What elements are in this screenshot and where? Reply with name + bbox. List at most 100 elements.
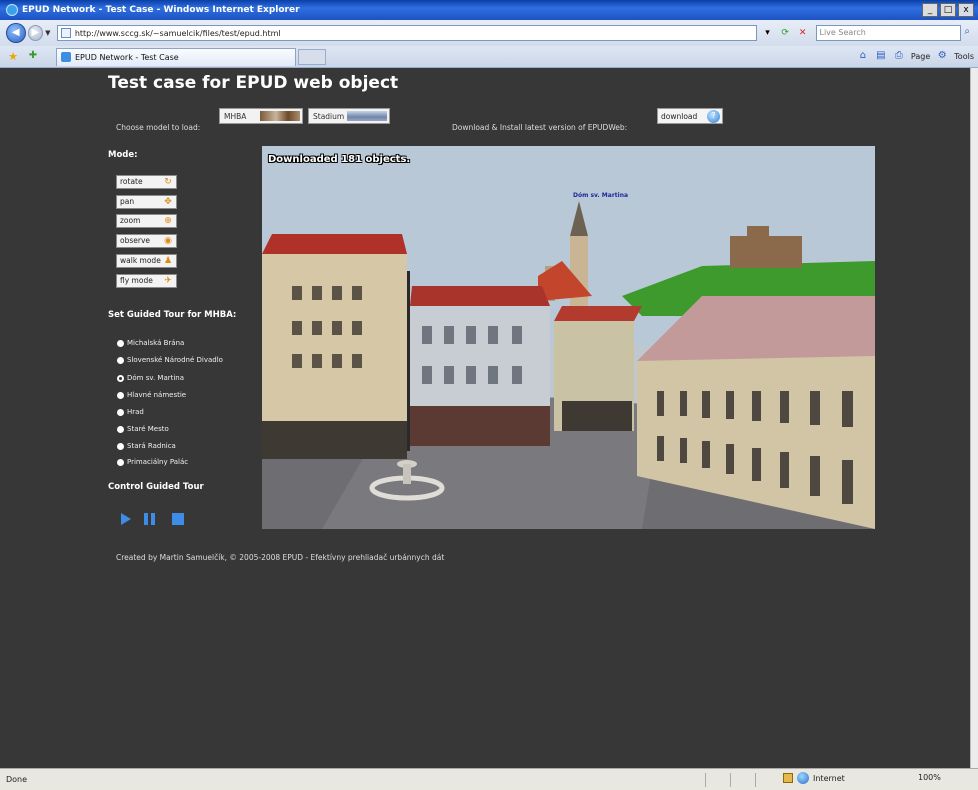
tour-radio-stare-mesto[interactable]: Staré Mesto	[117, 425, 169, 433]
control-tour-heading: Control Guided Tour	[108, 482, 204, 492]
mhba-label: MHBA	[224, 111, 247, 121]
mode-walk-button[interactable]: walk mode ♟	[116, 254, 177, 268]
security-zone[interactable]: Internet	[783, 772, 845, 784]
choose-model-label: Choose model to load:	[116, 123, 201, 132]
footer-credits: Created by Martin Samuelčík, © 2005-2008…	[116, 553, 445, 562]
status-divider	[755, 773, 756, 787]
internet-globe-icon	[797, 772, 809, 784]
close-button[interactable]: x	[958, 3, 974, 17]
mode-fly-button[interactable]: fly mode ✈	[116, 274, 177, 288]
radio-icon[interactable]	[117, 339, 124, 347]
radio-icon[interactable]	[117, 425, 124, 433]
mode-walk-label: walk mode	[120, 256, 161, 265]
radio-icon[interactable]	[117, 356, 124, 364]
address-dropdown-icon[interactable]: ▾	[761, 26, 775, 40]
tab-bar: ★ ✚ EPUD Network - Test Case ⌂ ▤ ⎙ Page …	[0, 46, 978, 68]
download-icon: ?	[707, 110, 720, 123]
viewport-status-text: Downloaded 181 objects.	[268, 154, 411, 165]
mode-heading: Mode:	[108, 150, 138, 160]
status-divider	[730, 773, 731, 787]
minimize-button[interactable]: _	[922, 3, 938, 17]
home-icon[interactable]: ⌂	[857, 50, 869, 62]
mode-zoom-button[interactable]: zoom ⊕	[116, 214, 177, 228]
radio-selected-icon[interactable]	[117, 374, 124, 382]
page-menu[interactable]: Page	[911, 52, 930, 61]
rotate-icon: ↻	[164, 177, 172, 187]
add-favorites-icon[interactable]: ✚	[26, 50, 40, 64]
stop-icon[interactable]: ✕	[796, 26, 810, 40]
status-bar: Done Internet 100%	[0, 768, 978, 790]
city-scene-render	[262, 146, 875, 529]
radio-icon[interactable]	[117, 408, 124, 416]
radio-icon[interactable]	[117, 391, 124, 399]
print-icon[interactable]: ⎙	[893, 50, 905, 62]
tour-heading: Set Guided Tour for MHBA:	[108, 310, 237, 320]
play-icon[interactable]	[121, 513, 131, 525]
status-divider	[705, 773, 706, 787]
stop-tour-icon[interactable]	[172, 513, 184, 525]
search-icon[interactable]: ⌕	[964, 26, 978, 40]
tour-radio-primacialny-palac[interactable]: Primaciálny Palác	[117, 458, 188, 466]
search-input[interactable]: Live Search	[815, 25, 962, 41]
window-title-bar: EPUD Network - Test Case - Windows Inter…	[0, 0, 978, 20]
vertical-scrollbar[interactable]	[970, 68, 978, 768]
stadium-label: Stadium	[313, 111, 345, 121]
mode-fly-label: fly mode	[120, 276, 153, 285]
tour-label: Stará Radnica	[127, 442, 176, 450]
radio-icon[interactable]	[117, 458, 124, 466]
tools-gear-icon: ⚙	[937, 50, 947, 61]
history-dropdown-icon[interactable]: ▼	[45, 29, 55, 37]
tour-label: Hrad	[127, 408, 144, 416]
refresh-icon[interactable]: ⟳	[778, 26, 792, 40]
epud-3d-viewport[interactable]: Downloaded 181 objects. Dóm sv. Martina	[262, 146, 875, 529]
tools-menu[interactable]: Tools	[954, 52, 974, 61]
mode-pan-label: pan	[120, 197, 135, 206]
mode-rotate-button[interactable]: rotate ↻	[116, 175, 177, 189]
address-bar[interactable]: http://www.sccg.sk/~samuelcik/files/test…	[56, 25, 757, 41]
download-button[interactable]: download ?	[657, 108, 723, 124]
walk-icon: ♟	[163, 256, 173, 266]
download-button-label: download	[661, 111, 698, 121]
favorites-star-icon[interactable]: ★	[6, 50, 20, 64]
mode-pan-button[interactable]: pan ✥	[116, 195, 177, 209]
maximize-button[interactable]: □	[940, 3, 956, 17]
ie-logo-icon	[6, 4, 18, 16]
fly-icon: ✈	[164, 276, 172, 286]
page-icon	[60, 28, 71, 38]
tour-radio-stara-radnica[interactable]: Stará Radnica	[117, 442, 176, 450]
tour-radio-hrad[interactable]: Hrad	[117, 408, 144, 416]
address-toolbar: ◀ ▶ ▼ http://www.sccg.sk/~samuelcik/file…	[0, 20, 978, 46]
observe-icon: ◉	[164, 236, 172, 246]
tour-radio-dom-sv-martina[interactable]: Dóm sv. Martina	[117, 374, 184, 382]
tab-page-icon	[61, 52, 71, 62]
new-tab-button[interactable]	[298, 48, 326, 65]
forward-button[interactable]: ▶	[27, 25, 44, 41]
load-stadium-button[interactable]: Stadium	[308, 108, 390, 124]
mode-observe-label: observe	[120, 236, 151, 245]
pause-icon[interactable]	[144, 513, 156, 525]
tour-label: Michalská Brána	[127, 339, 185, 347]
mode-rotate-label: rotate	[120, 177, 143, 186]
tour-radio-hlavne-namestie[interactable]: Hlavné námestie	[117, 391, 186, 399]
mode-observe-button[interactable]: observe ◉	[116, 234, 177, 248]
window-controls: _ □ x	[922, 3, 974, 17]
tour-radio-michalska-brana[interactable]: Michalská Brána	[117, 339, 184, 347]
address-url[interactable]: http://www.sccg.sk/~samuelcik/files/test…	[75, 29, 281, 38]
download-label: Download & Install latest version of EPU…	[452, 123, 628, 132]
mhba-thumbnail	[260, 111, 300, 121]
window-title: EPUD Network - Test Case - Windows Inter…	[22, 5, 300, 15]
feeds-icon[interactable]: ▤	[875, 50, 887, 62]
page-content: Test case for EPUD web object Choose mod…	[0, 68, 970, 768]
pan-icon: ✥	[164, 197, 172, 207]
zoom-level[interactable]: 100%	[918, 773, 941, 782]
tour-label: Dóm sv. Martina	[127, 374, 185, 382]
radio-icon[interactable]	[117, 442, 124, 450]
back-button[interactable]: ◀	[6, 23, 26, 43]
protected-mode-icon	[783, 773, 793, 783]
viewport-poi-label: Dóm sv. Martina	[573, 192, 629, 199]
load-mhba-button[interactable]: MHBA	[219, 108, 303, 124]
tab-epud-network[interactable]: EPUD Network - Test Case	[56, 47, 296, 66]
tour-label: Staré Mesto	[127, 425, 169, 433]
command-bar: ⌂ ▤ ⎙ Page ⚙ Tools	[857, 50, 974, 62]
tour-radio-snd[interactable]: Slovenské Národné Divadlo	[117, 356, 223, 364]
